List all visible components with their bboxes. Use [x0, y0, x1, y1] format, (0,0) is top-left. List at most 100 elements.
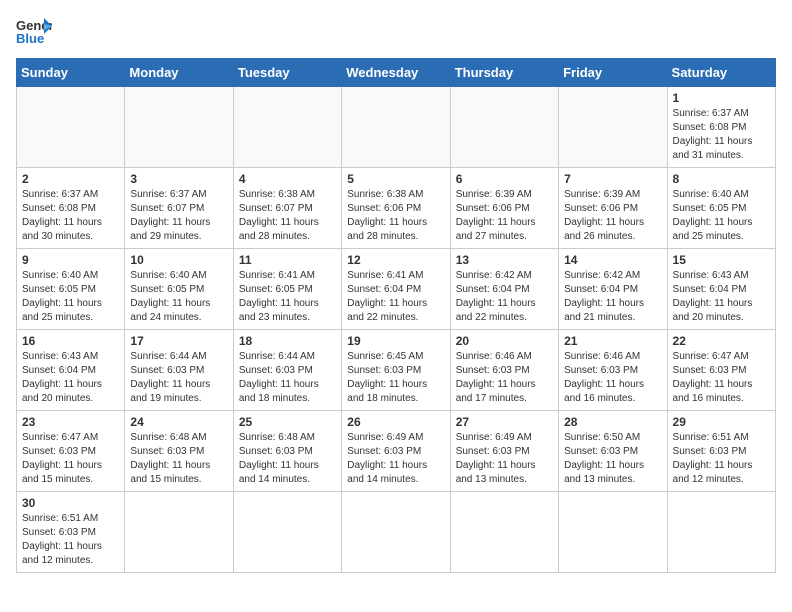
- day-info: Sunrise: 6:49 AM Sunset: 6:03 PM Dayligh…: [347, 431, 444, 487]
- day-number: 4: [239, 172, 336, 186]
- calendar-cell: 21 Sunrise: 6:46 AM Sunset: 6:03 PM Dayli…: [559, 330, 667, 411]
- day-info: Sunrise: 6:37 AM Sunset: 6:08 PM Dayligh…: [673, 107, 770, 163]
- day-info: Sunrise: 6:48 AM Sunset: 6:03 PM Dayligh…: [239, 431, 336, 487]
- calendar-cell: 2 Sunrise: 6:37 AM Sunset: 6:08 PM Daylig…: [17, 168, 125, 249]
- day-number: 25: [239, 415, 336, 429]
- calendar-cell: 29Sunrise: 6:51 AM Sunset: 6:03 PM Dayli…: [667, 411, 775, 492]
- calendar-cell: 15Sunrise: 6:43 AM Sunset: 6:04 PM Dayli…: [667, 249, 775, 330]
- day-info: Sunrise: 6:39 AM Sunset: 6:06 PM Dayligh…: [564, 188, 661, 244]
- calendar-cell: 30 Sunrise: 6:51 AM Sunset: 6:03 PM Dayli…: [17, 492, 125, 573]
- calendar-cell: [233, 87, 341, 168]
- svg-text:Blue: Blue: [16, 31, 44, 46]
- calendar-row-1: 2 Sunrise: 6:37 AM Sunset: 6:08 PM Daylig…: [17, 168, 776, 249]
- day-info: Sunrise: 6:41 AM Sunset: 6:04 PM Dayligh…: [347, 269, 444, 325]
- day-number: 2: [22, 172, 119, 186]
- logo-icon: General Blue: [16, 16, 52, 46]
- day-number: 29: [673, 415, 770, 429]
- calendar-cell: 12Sunrise: 6:41 AM Sunset: 6:04 PM Dayli…: [342, 249, 450, 330]
- day-number: 19: [347, 334, 444, 348]
- day-number: 24: [130, 415, 227, 429]
- calendar-row-3: 16 Sunrise: 6:43 AM Sunset: 6:04 PM Dayli…: [17, 330, 776, 411]
- calendar-cell: [17, 87, 125, 168]
- day-number: 30: [22, 496, 119, 510]
- day-number: 13: [456, 253, 553, 267]
- day-info: Sunrise: 6:42 AM Sunset: 6:04 PM Dayligh…: [564, 269, 661, 325]
- day-info: Sunrise: 6:44 AM Sunset: 6:03 PM Dayligh…: [239, 350, 336, 406]
- day-info: Sunrise: 6:43 AM Sunset: 6:04 PM Dayligh…: [22, 350, 119, 406]
- day-info: Sunrise: 6:40 AM Sunset: 6:05 PM Dayligh…: [22, 269, 119, 325]
- calendar-cell: 19Sunrise: 6:45 AM Sunset: 6:03 PM Dayli…: [342, 330, 450, 411]
- day-info: Sunrise: 6:37 AM Sunset: 6:08 PM Dayligh…: [22, 188, 119, 244]
- calendar-cell: 25 Sunrise: 6:48 AM Sunset: 6:03 PM Dayli…: [233, 411, 341, 492]
- calendar-cell: [450, 492, 558, 573]
- day-info: Sunrise: 6:38 AM Sunset: 6:07 PM Dayligh…: [239, 188, 336, 244]
- calendar-cell: 14 Sunrise: 6:42 AM Sunset: 6:04 PM Dayli…: [559, 249, 667, 330]
- calendar-row-4: 23 Sunrise: 6:47 AM Sunset: 6:03 PM Dayli…: [17, 411, 776, 492]
- calendar-cell: 1 Sunrise: 6:37 AM Sunset: 6:08 PM Daylig…: [667, 87, 775, 168]
- day-info: Sunrise: 6:47 AM Sunset: 6:03 PM Dayligh…: [673, 350, 770, 406]
- day-number: 15: [673, 253, 770, 267]
- day-number: 16: [22, 334, 119, 348]
- calendar-cell: 20 Sunrise: 6:46 AM Sunset: 6:03 PM Dayli…: [450, 330, 558, 411]
- calendar-cell: [450, 87, 558, 168]
- calendar-cell: [233, 492, 341, 573]
- calendar-cell: 10Sunrise: 6:40 AM Sunset: 6:05 PM Dayli…: [125, 249, 233, 330]
- calendar-cell: 17Sunrise: 6:44 AM Sunset: 6:03 PM Dayli…: [125, 330, 233, 411]
- calendar-cell: [342, 87, 450, 168]
- day-info: Sunrise: 6:47 AM Sunset: 6:03 PM Dayligh…: [22, 431, 119, 487]
- day-number: 18: [239, 334, 336, 348]
- calendar-cell: 5 Sunrise: 6:38 AM Sunset: 6:06 PM Daylig…: [342, 168, 450, 249]
- day-number: 22: [673, 334, 770, 348]
- day-info: Sunrise: 6:50 AM Sunset: 6:03 PM Dayligh…: [564, 431, 661, 487]
- calendar-cell: [125, 492, 233, 573]
- calendar-cell: 4 Sunrise: 6:38 AM Sunset: 6:07 PM Daylig…: [233, 168, 341, 249]
- day-number: 3: [130, 172, 227, 186]
- weekday-header-friday: Friday: [559, 59, 667, 87]
- calendar-cell: 8Sunrise: 6:40 AM Sunset: 6:05 PM Daylig…: [667, 168, 775, 249]
- day-info: Sunrise: 6:51 AM Sunset: 6:03 PM Dayligh…: [22, 512, 119, 568]
- weekday-header-wednesday: Wednesday: [342, 59, 450, 87]
- day-number: 23: [22, 415, 119, 429]
- calendar-cell: 22 Sunrise: 6:47 AM Sunset: 6:03 PM Dayli…: [667, 330, 775, 411]
- weekday-header-thursday: Thursday: [450, 59, 558, 87]
- weekday-header-saturday: Saturday: [667, 59, 775, 87]
- day-info: Sunrise: 6:48 AM Sunset: 6:03 PM Dayligh…: [130, 431, 227, 487]
- day-info: Sunrise: 6:49 AM Sunset: 6:03 PM Dayligh…: [456, 431, 553, 487]
- weekday-header-tuesday: Tuesday: [233, 59, 341, 87]
- calendar-cell: [559, 87, 667, 168]
- day-number: 14: [564, 253, 661, 267]
- calendar-cell: 23 Sunrise: 6:47 AM Sunset: 6:03 PM Dayli…: [17, 411, 125, 492]
- calendar-cell: 6Sunrise: 6:39 AM Sunset: 6:06 PM Daylig…: [450, 168, 558, 249]
- day-number: 11: [239, 253, 336, 267]
- calendar-table: SundayMondayTuesdayWednesdayThursdayFrid…: [16, 58, 776, 573]
- calendar-cell: 18 Sunrise: 6:44 AM Sunset: 6:03 PM Dayli…: [233, 330, 341, 411]
- calendar-cell: 24 Sunrise: 6:48 AM Sunset: 6:03 PM Dayli…: [125, 411, 233, 492]
- day-number: 7: [564, 172, 661, 186]
- weekday-header-sunday: Sunday: [17, 59, 125, 87]
- day-info: Sunrise: 6:42 AM Sunset: 6:04 PM Dayligh…: [456, 269, 553, 325]
- calendar-cell: 27 Sunrise: 6:49 AM Sunset: 6:03 PM Dayli…: [450, 411, 558, 492]
- calendar-cell: [667, 492, 775, 573]
- day-number: 1: [673, 91, 770, 105]
- page-header: General Blue: [16, 16, 776, 46]
- day-number: 6: [456, 172, 553, 186]
- day-number: 17: [130, 334, 227, 348]
- calendar-cell: [125, 87, 233, 168]
- weekday-header-row: SundayMondayTuesdayWednesdayThursdayFrid…: [17, 59, 776, 87]
- day-number: 21: [564, 334, 661, 348]
- day-number: 26: [347, 415, 444, 429]
- weekday-header-monday: Monday: [125, 59, 233, 87]
- calendar-row-2: 9 Sunrise: 6:40 AM Sunset: 6:05 PM Daylig…: [17, 249, 776, 330]
- day-number: 28: [564, 415, 661, 429]
- calendar-cell: 13 Sunrise: 6:42 AM Sunset: 6:04 PM Dayli…: [450, 249, 558, 330]
- day-number: 9: [22, 253, 119, 267]
- day-info: Sunrise: 6:46 AM Sunset: 6:03 PM Dayligh…: [456, 350, 553, 406]
- day-info: Sunrise: 6:46 AM Sunset: 6:03 PM Dayligh…: [564, 350, 661, 406]
- day-number: 27: [456, 415, 553, 429]
- calendar-cell: 7 Sunrise: 6:39 AM Sunset: 6:06 PM Daylig…: [559, 168, 667, 249]
- day-info: Sunrise: 6:38 AM Sunset: 6:06 PM Dayligh…: [347, 188, 444, 244]
- calendar-row-5: 30 Sunrise: 6:51 AM Sunset: 6:03 PM Dayli…: [17, 492, 776, 573]
- day-number: 5: [347, 172, 444, 186]
- day-number: 20: [456, 334, 553, 348]
- calendar-cell: 26 Sunrise: 6:49 AM Sunset: 6:03 PM Dayli…: [342, 411, 450, 492]
